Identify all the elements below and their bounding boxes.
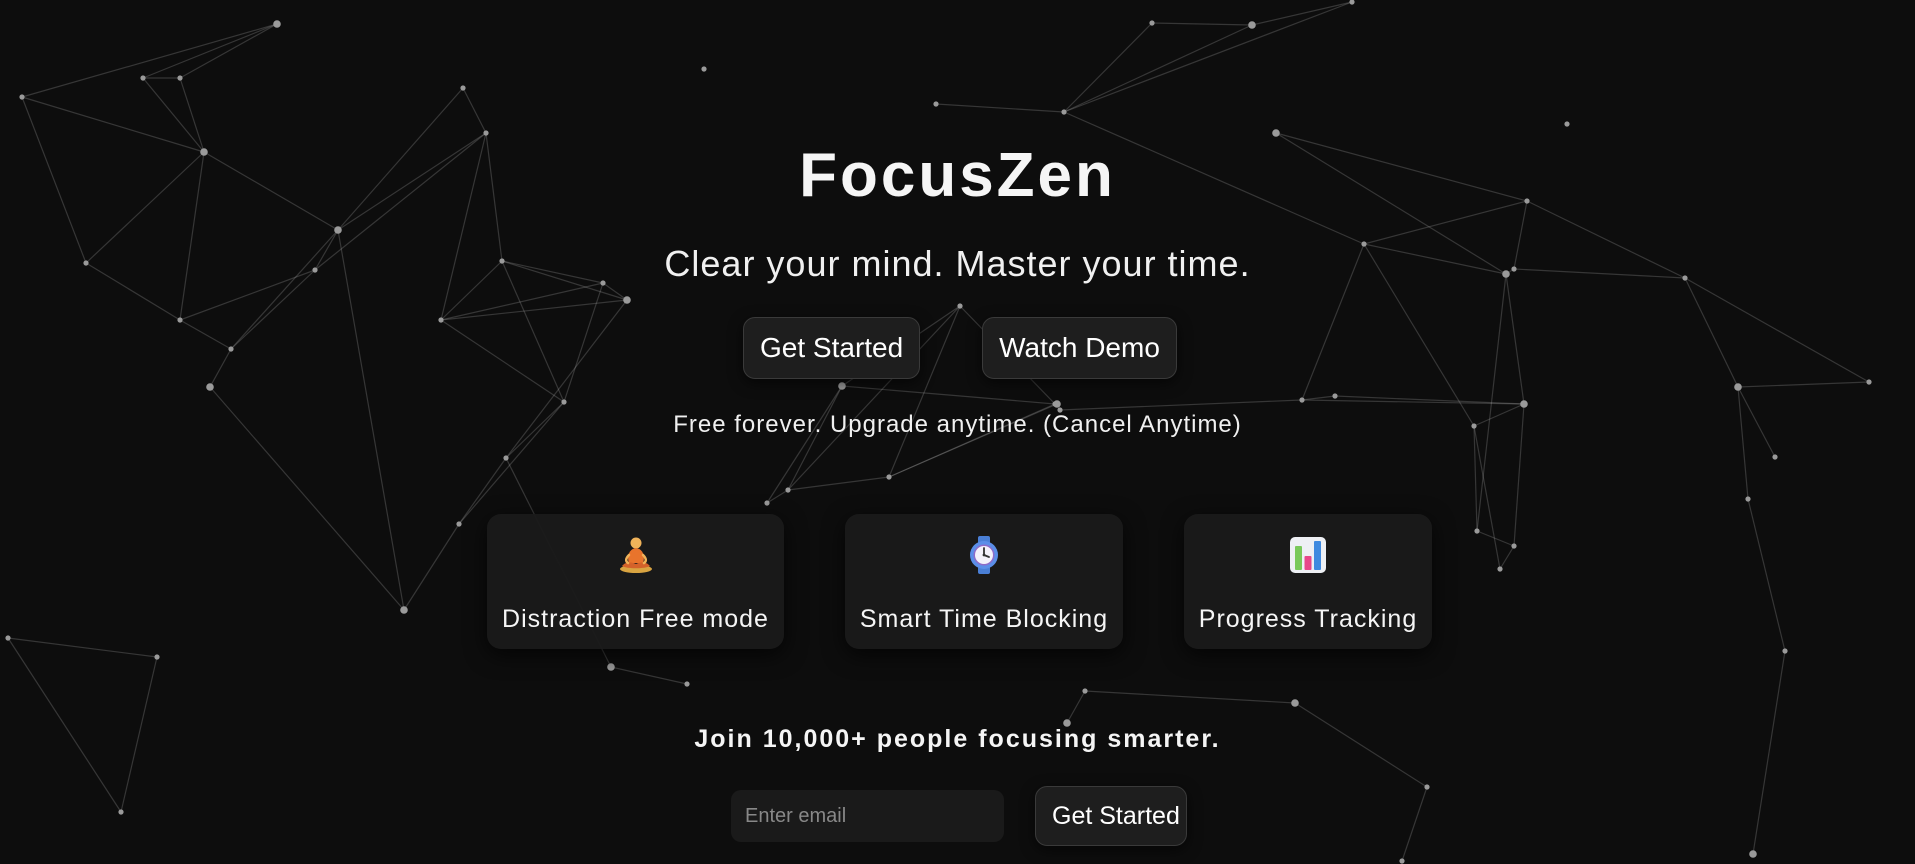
landing-page: FocusZen Clear your mind. Master your ti… bbox=[0, 0, 1915, 864]
watch-demo-button[interactable]: Watch Demo bbox=[982, 317, 1177, 379]
hero-content: FocusZen Clear your mind. Master your ti… bbox=[0, 0, 1915, 864]
email-input[interactable] bbox=[731, 790, 1004, 842]
feature-label: Distraction Free mode bbox=[502, 605, 769, 633]
app-title: FocusZen bbox=[799, 141, 1116, 210]
bar-chart-icon bbox=[1184, 536, 1432, 574]
feature-label: Progress Tracking bbox=[1198, 605, 1418, 633]
watch-icon bbox=[845, 536, 1123, 574]
meditation-icon bbox=[487, 536, 784, 574]
signup-heading: Join 10,000+ people focusing smarter. bbox=[694, 725, 1221, 753]
get-started-button[interactable]: Get Started bbox=[743, 317, 920, 379]
signup-get-started-button[interactable]: Get Started bbox=[1035, 786, 1187, 846]
tagline: Clear your mind. Master your time. bbox=[664, 243, 1251, 284]
feature-card-distraction-free: Distraction Free mode bbox=[487, 514, 784, 649]
feature-card-progress-tracking: Progress Tracking bbox=[1184, 514, 1432, 649]
feature-card-time-blocking: Smart Time Blocking bbox=[845, 514, 1123, 649]
pricing-note: Free forever. Upgrade anytime. (Cancel A… bbox=[673, 411, 1242, 438]
feature-label: Smart Time Blocking bbox=[859, 605, 1109, 633]
